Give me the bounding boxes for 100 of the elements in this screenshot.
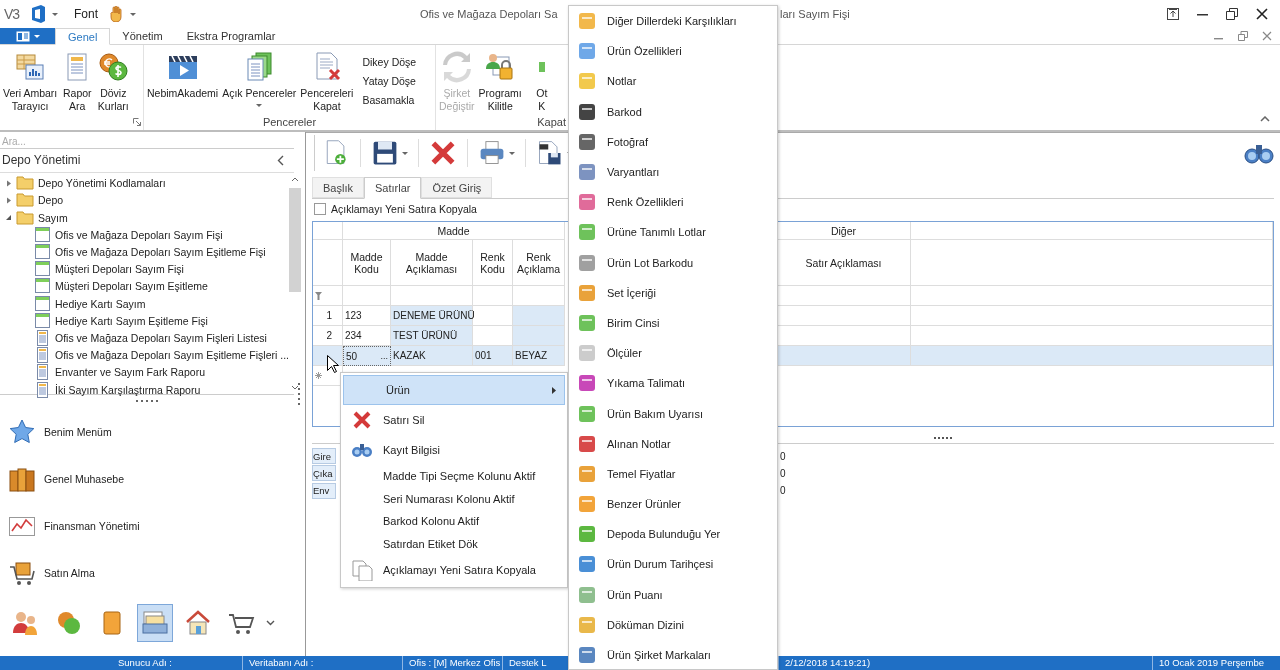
menu-item[interactable]: Notlar [569,66,777,97]
menu-item[interactable]: Fotoğraf [569,126,777,157]
menu-item[interactable]: Açıklamayı Yeni Satıra Kopyala [341,555,567,586]
menu-item[interactable]: Barkod Kolonu Aktif [341,510,567,533]
menu-item[interactable]: Ürün Şirket Markaları [569,639,777,670]
menu-item[interactable]: Ürün Durum Tarihçesi [569,549,777,580]
ribbon-button[interactable]: Açık Pencereler [221,49,298,115]
ribbon-button[interactable]: Yatay Döşe [360,74,419,88]
column-header[interactable]: Madde Açıklaması [391,240,473,286]
tree-item[interactable]: Ofis ve Mağaza Depoları Sayım Eşitleme Fişi [55,246,266,258]
menu-item[interactable]: Depoda Bulunduğu Yer [569,519,777,550]
tree-item[interactable]: Envanter ve Sayım Fark Raporu [55,366,205,379]
menu-item[interactable]: Ürün Bakım Uyarısı [569,398,777,429]
grip-handle[interactable] [136,399,158,403]
checkbox[interactable] [314,203,326,215]
scroll-down-icon[interactable] [291,384,299,390]
tree-item[interactable]: Hediye Kartı Sayım Eşitleme Fişi [55,314,208,327]
menu-item[interactable]: Ölçüler [569,338,777,369]
menu-item[interactable]: Madde Tipi Seçme Kolunu Aktif [341,465,567,488]
ribbon-display-icon[interactable] [1167,8,1179,20]
menu-item[interactable]: Ürün Puanı [569,579,777,610]
scroll-up-icon[interactable] [291,176,299,182]
ribbon-button[interactable]: Ot K [524,49,559,115]
menu-item[interactable]: Ürün [343,375,565,405]
tree-item[interactable]: Müşteri Depoları Sayım Eşitleme [55,280,208,293]
menu-item[interactable]: Barkod [569,96,777,127]
tab[interactable]: Özet Giriş [421,177,493,198]
cell-editor[interactable]: 50 [346,350,358,362]
menu-item[interactable]: Temel Fiyatlar [569,458,777,489]
column-header[interactable]: Madde Kodu [343,240,391,286]
ribbon-button[interactable]: Rapor Ara [60,49,95,115]
menu-item[interactable]: Satırı Sil [341,405,567,435]
navigation-button[interactable] [137,604,173,642]
menu-item[interactable]: Varyantları [569,156,777,188]
tree-item[interactable]: Ofis ve Mağaza Depoları Sayım Fişi [55,228,223,241]
ribbon-button[interactable]: Dikey Döşe [360,55,419,69]
tile-icon [577,403,597,424]
expander-icon[interactable] [5,179,12,187]
menu-item[interactable]: Satırdan Etiket Dök [341,532,567,556]
ribbon-button[interactable]: Basamakla [360,93,419,107]
ribbon-button[interactable]: Döviz Kurları [96,49,131,115]
menu-item[interactable]: Ürüne Tanımlı Lotlar [569,217,777,248]
menu-item[interactable]: Ürün Özellikleri [569,36,777,67]
grip-handle[interactable] [298,383,301,405]
tree-item[interactable]: Ofis ve Mağaza Depoları Sayım Eşitleme Fişleri ... [55,349,289,362]
menu-item[interactable]: Yıkama Talimatı [569,368,777,399]
ribbon-button[interactable]: Veri Ambarı Tarayıcı [2,49,59,115]
grip-handle[interactable] [934,437,952,439]
tree-item[interactable]: Depo [38,194,64,207]
menu-item[interactable]: Seri Numarası Kolonu Aktif [341,487,567,511]
ribbon-tab[interactable]: Yönetim [110,28,175,44]
navigation-item[interactable]: Finansman Yönetimi [0,502,294,549]
menu-item[interactable]: Döküman Dizini [569,609,777,640]
ribbon-tab[interactable]: Ekstra Programlar [174,28,288,44]
menu-item[interactable]: Set İçeriği [569,277,777,308]
navigation-item[interactable]: Satın Alma [0,549,294,596]
column-header[interactable]: Renk Kodu [473,240,513,286]
caret-icon[interactable] [130,12,136,16]
ellipsis-button[interactable]: ... [378,351,390,361]
ribbon-tab[interactable]: Genel [55,28,111,45]
tab[interactable]: Satırlar [363,177,422,199]
expander-icon[interactable] [5,196,12,204]
restore-icon[interactable] [1226,8,1238,20]
menu-item[interactable]: Birim Cinsi [569,307,777,339]
filter-icon[interactable] [315,291,322,300]
tree-item[interactable]: Depo Yönetimi Kodlamaları [38,177,166,190]
menu-item[interactable]: Benzer Ürünler [569,489,777,520]
close-icon[interactable] [1256,8,1268,20]
navigation-item[interactable]: Benim Menüm [0,408,294,455]
quick-access-font[interactable]: Font [74,7,98,21]
filter-cell[interactable] [473,286,513,306]
hand-icon[interactable] [110,6,124,22]
chevron-down-icon[interactable] [266,620,275,626]
menu-item[interactable]: Renk Özellikleri [569,187,777,218]
caret-icon[interactable] [52,12,58,16]
menu-item[interactable]: Ürün Lot Barkodu [569,247,777,278]
tree-item[interactable]: İki Sayım Karşılaştırma Raporu [55,383,201,396]
menu-item[interactable]: Kayıt Bilgisi [341,435,567,465]
tree-item[interactable]: Ofis ve Mağaza Depoları Sayım Fişleri Listesi [55,331,267,344]
dialog-launcher-icon[interactable] [133,117,141,126]
tab[interactable]: Başlık [312,177,364,198]
collapse-ribbon-icon[interactable] [1260,116,1270,122]
tree-item[interactable]: Sayım [38,211,68,224]
filter-cell[interactable] [343,286,391,306]
ribbon-button[interactable]: NebimAkademi [146,49,220,115]
ribbon-button[interactable]: Programı Kilitle [477,49,523,115]
tree-item[interactable]: Müşteri Depoları Sayım Fişi [55,263,184,276]
application-menu-button[interactable] [0,28,55,44]
menu-item[interactable]: Diğer Dillerdeki Karşılıkları [569,6,777,37]
app-icon[interactable] [30,5,46,23]
search-field[interactable]: Ara... [0,134,294,150]
binoculars-icon[interactable] [1244,142,1274,164]
navigation-item[interactable]: Genel Muhasebe [0,455,294,502]
chevron-left-icon[interactable] [277,154,284,166]
column-header[interactable]: Renk Açıklama [513,240,565,286]
tree-item[interactable]: Hediye Kartı Sayım [55,297,146,310]
scroll-thumb[interactable] [289,187,301,292]
ribbon-button[interactable]: Pencereleri Kapat [299,49,355,115]
expander-icon[interactable] [5,214,12,222]
menu-item[interactable]: Alınan Notlar [569,428,777,459]
